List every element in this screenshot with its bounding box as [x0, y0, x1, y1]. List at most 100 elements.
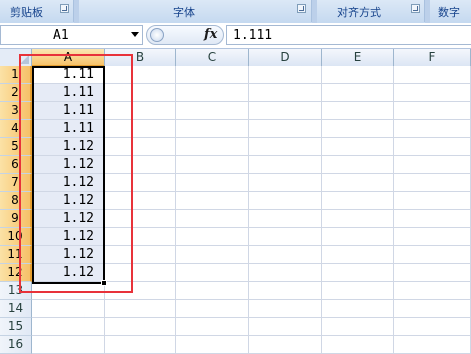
- cell-a11[interactable]: 1.12: [32, 246, 105, 264]
- cell-a13[interactable]: [32, 282, 105, 300]
- cell-a6[interactable]: 1.12: [32, 156, 105, 174]
- cell-d10[interactable]: [249, 228, 322, 246]
- cell-e10[interactable]: [322, 228, 394, 246]
- cell-a2[interactable]: 1.11: [32, 84, 105, 102]
- cell-d15[interactable]: [249, 318, 322, 336]
- row-header-11[interactable]: 11: [0, 246, 32, 264]
- cell-a10[interactable]: 1.12: [32, 228, 105, 246]
- cell-b3[interactable]: [105, 102, 176, 120]
- cell-e14[interactable]: [322, 300, 394, 318]
- cell-e2[interactable]: [322, 84, 394, 102]
- cell-c1[interactable]: [176, 66, 249, 84]
- cell-e8[interactable]: [322, 192, 394, 210]
- cell-b2[interactable]: [105, 84, 176, 102]
- cell-c3[interactable]: [176, 102, 249, 120]
- cell-b16[interactable]: [105, 336, 176, 354]
- cell-c12[interactable]: [176, 264, 249, 282]
- row-header-16[interactable]: 16: [0, 336, 32, 354]
- cell-b10[interactable]: [105, 228, 176, 246]
- cell-c6[interactable]: [176, 156, 249, 174]
- cell-e5[interactable]: [322, 138, 394, 156]
- cell-d13[interactable]: [249, 282, 322, 300]
- cell-c16[interactable]: [176, 336, 249, 354]
- cell-f13[interactable]: [394, 282, 471, 300]
- cell-b1[interactable]: [105, 66, 176, 84]
- column-header-c[interactable]: C: [176, 49, 249, 67]
- row-header-1[interactable]: 1: [0, 66, 32, 84]
- cell-f2[interactable]: [394, 84, 471, 102]
- cell-f9[interactable]: [394, 210, 471, 228]
- row-header-5[interactable]: 5: [0, 138, 32, 156]
- cell-e12[interactable]: [322, 264, 394, 282]
- cell-e6[interactable]: [322, 156, 394, 174]
- row-header-3[interactable]: 3: [0, 102, 32, 120]
- cell-f14[interactable]: [394, 300, 471, 318]
- chevron-down-icon[interactable]: [131, 32, 139, 37]
- cell-c11[interactable]: [176, 246, 249, 264]
- cell-e13[interactable]: [322, 282, 394, 300]
- cell-c8[interactable]: [176, 192, 249, 210]
- cell-d16[interactable]: [249, 336, 322, 354]
- cell-c14[interactable]: [176, 300, 249, 318]
- cell-d3[interactable]: [249, 102, 322, 120]
- cell-d5[interactable]: [249, 138, 322, 156]
- cell-a1[interactable]: 1.11: [32, 66, 105, 84]
- cell-d1[interactable]: [249, 66, 322, 84]
- row-header-7[interactable]: 7: [0, 174, 32, 192]
- column-header-b[interactable]: B: [105, 49, 176, 67]
- cell-e7[interactable]: [322, 174, 394, 192]
- cell-d11[interactable]: [249, 246, 322, 264]
- cell-a15[interactable]: [32, 318, 105, 336]
- cell-b4[interactable]: [105, 120, 176, 138]
- cell-e1[interactable]: [322, 66, 394, 84]
- cell-a4[interactable]: 1.11: [32, 120, 105, 138]
- row-header-9[interactable]: 9: [0, 210, 32, 228]
- cell-f3[interactable]: [394, 102, 471, 120]
- cell-e16[interactable]: [322, 336, 394, 354]
- cell-c2[interactable]: [176, 84, 249, 102]
- row-header-13[interactable]: 13: [0, 282, 32, 300]
- cell-c5[interactable]: [176, 138, 249, 156]
- cell-a8[interactable]: 1.12: [32, 192, 105, 210]
- cell-b15[interactable]: [105, 318, 176, 336]
- cell-f11[interactable]: [394, 246, 471, 264]
- cell-e15[interactable]: [322, 318, 394, 336]
- row-header-4[interactable]: 4: [0, 120, 32, 138]
- cell-e4[interactable]: [322, 120, 394, 138]
- cell-f6[interactable]: [394, 156, 471, 174]
- cell-b11[interactable]: [105, 246, 176, 264]
- cell-f5[interactable]: [394, 138, 471, 156]
- font-dialog-launcher-icon[interactable]: [297, 4, 306, 13]
- cell-c4[interactable]: [176, 120, 249, 138]
- row-header-10[interactable]: 10: [0, 228, 32, 246]
- cell-f15[interactable]: [394, 318, 471, 336]
- cell-d14[interactable]: [249, 300, 322, 318]
- clipboard-dialog-launcher-icon[interactable]: [60, 4, 69, 13]
- cell-b13[interactable]: [105, 282, 176, 300]
- cell-a14[interactable]: [32, 300, 105, 318]
- select-all-corner[interactable]: [0, 49, 32, 67]
- cell-d8[interactable]: [249, 192, 322, 210]
- cell-b6[interactable]: [105, 156, 176, 174]
- cell-b7[interactable]: [105, 174, 176, 192]
- cell-d12[interactable]: [249, 264, 322, 282]
- cell-f1[interactable]: [394, 66, 471, 84]
- cell-b12[interactable]: [105, 264, 176, 282]
- cell-d2[interactable]: [249, 84, 322, 102]
- row-header-6[interactable]: 6: [0, 156, 32, 174]
- cell-c13[interactable]: [176, 282, 249, 300]
- cell-e3[interactable]: [322, 102, 394, 120]
- cell-f12[interactable]: [394, 264, 471, 282]
- cell-d4[interactable]: [249, 120, 322, 138]
- name-box[interactable]: A1: [0, 25, 143, 45]
- column-header-d[interactable]: D: [249, 49, 322, 67]
- alignment-dialog-launcher-icon[interactable]: [411, 4, 420, 13]
- cell-b14[interactable]: [105, 300, 176, 318]
- formula-input[interactable]: 1.111: [226, 25, 471, 45]
- cell-a9[interactable]: 1.12: [32, 210, 105, 228]
- cell-b5[interactable]: [105, 138, 176, 156]
- column-header-e[interactable]: E: [322, 49, 394, 67]
- cell-d9[interactable]: [249, 210, 322, 228]
- cell-b9[interactable]: [105, 210, 176, 228]
- row-header-8[interactable]: 8: [0, 192, 32, 210]
